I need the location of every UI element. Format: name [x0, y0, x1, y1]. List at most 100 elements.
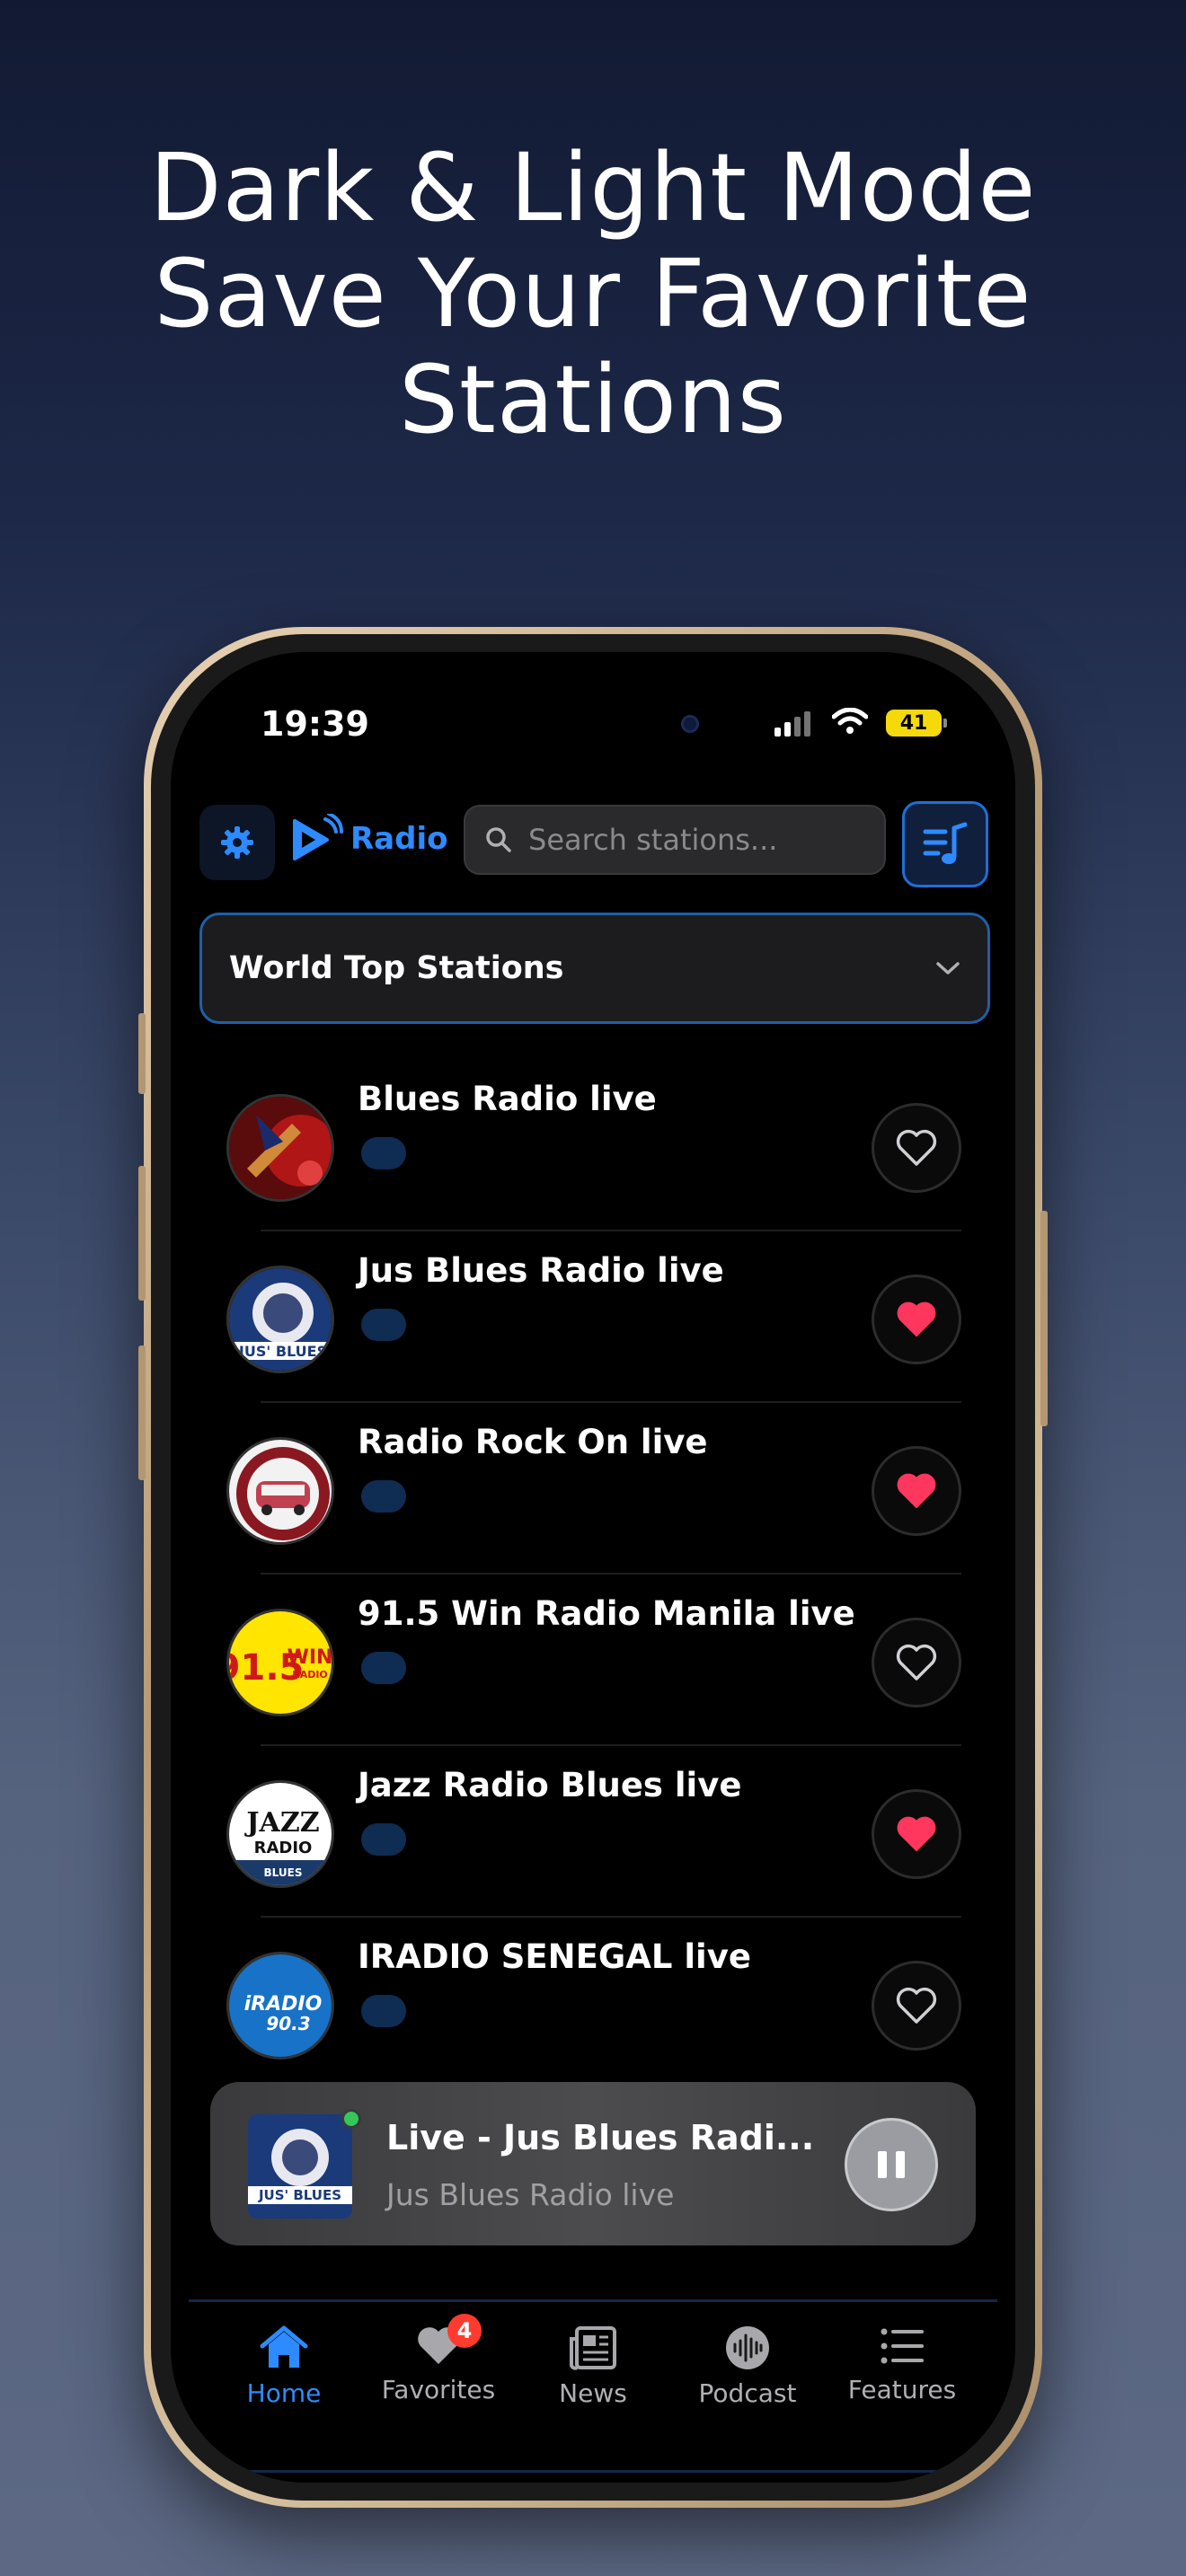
tab-label: Favorites: [381, 2375, 496, 2404]
svg-text:90.3: 90.3: [266, 2013, 310, 2034]
station-name: Jazz Radio Blues live: [358, 1766, 742, 1804]
svg-text:JUS' BLUES: JUS' BLUES: [238, 1343, 327, 1360]
station-name: Jus Blues Radio live: [358, 1251, 724, 1290]
volume-up-button: [138, 1166, 146, 1301]
station-row[interactable]: iRADIO 90.3 IRADIO SENEGAL live: [171, 1918, 1015, 2089]
pause-icon-bar: [896, 2151, 905, 2178]
heart-outline-icon: [896, 1644, 937, 1681]
station-name: 91.5 Win Radio Manila live: [358, 1594, 855, 1633]
front-camera: [681, 715, 699, 733]
mute-switch: [138, 1013, 146, 1094]
favorite-button[interactable]: [872, 1961, 961, 2051]
station-name: Radio Rock On live: [358, 1423, 708, 1461]
heart-filled-icon: [897, 1473, 936, 1508]
chevron-down-icon: [936, 962, 960, 975]
battery-tip: [943, 719, 947, 728]
battery-indicator: 41: [886, 710, 942, 737]
heart-outline-icon: [896, 1987, 937, 2024]
station-tag: [361, 1823, 406, 1856]
home-icon: [260, 2325, 308, 2368]
category-selected: World Top Stations: [229, 950, 564, 986]
podcast-icon: [726, 2326, 769, 2369]
radio-play-icon: [293, 814, 343, 860]
tab-favorites[interactable]: 4 Favorites: [361, 2314, 516, 2459]
station-row[interactable]: Blues Radio live: [171, 1060, 1015, 1231]
tab-podcast[interactable]: Podcast: [670, 2325, 825, 2459]
favorite-button[interactable]: [872, 1618, 961, 1707]
station-row[interactable]: Radio Rock On live: [171, 1403, 1015, 1575]
tab-features[interactable]: Features: [825, 2325, 979, 2459]
tab-label: Podcast: [698, 2378, 797, 2408]
tab-home[interactable]: Home: [207, 2325, 361, 2459]
station-logo: 91.5 WIN RADIO: [226, 1609, 334, 1716]
heart-outline-icon: [896, 1129, 937, 1166]
favorites-badge: 4: [447, 2314, 482, 2348]
wifi-icon: [831, 707, 869, 738]
gear-icon: [221, 826, 253, 859]
tab-label: News: [559, 2378, 627, 2408]
cellular-signal-icon: [774, 711, 810, 737]
tab-label: Home: [246, 2378, 322, 2408]
pause-icon: [878, 2151, 887, 2178]
svg-text:WIN: WIN: [288, 1646, 333, 1669]
badge-count: 4: [456, 2318, 473, 2343]
headline: Dark & Light Mode Save Your Favorite Sta…: [0, 135, 1186, 453]
favorite-button[interactable]: [872, 1103, 961, 1193]
search-icon: [486, 827, 511, 852]
tabbar-top-border: [189, 2299, 997, 2302]
station-tag: [361, 1137, 406, 1169]
station-logo: [226, 1094, 334, 1202]
now-playing-artwork: JUS' BLUES: [248, 2114, 352, 2219]
app-screen: 19:39 41 Radio Search stations... World …: [171, 652, 1015, 2483]
settings-button[interactable]: [199, 805, 275, 880]
tabbar-bottom-border: [207, 2470, 979, 2473]
battery-level: 41: [899, 711, 928, 735]
playlist-button[interactable]: [902, 801, 988, 887]
search-input[interactable]: [528, 823, 870, 857]
favorite-button[interactable]: [872, 1446, 961, 1536]
live-indicator: [341, 2109, 361, 2129]
app-logo: Radio: [289, 814, 447, 864]
station-row[interactable]: JUS' BLUES Jus Blues Radio live: [171, 1231, 1015, 1403]
heart-filled-icon: [897, 1816, 936, 1851]
station-name: Blues Radio live: [358, 1080, 657, 1118]
station-row[interactable]: JAZZ RADIO BLUES Jazz Radio Blues live: [171, 1746, 1015, 1918]
power-button: [1040, 1211, 1048, 1426]
station-name: IRADIO SENEGAL live: [358, 1937, 751, 1976]
search-bar[interactable]: [464, 805, 886, 875]
category-dropdown[interactable]: World Top Stations: [199, 913, 990, 1024]
favorite-button[interactable]: [872, 1275, 961, 1364]
station-logo: JUS' BLUES: [226, 1266, 334, 1373]
tab-bar: Home 4 Favorites News Podcast Features: [207, 2314, 979, 2459]
volume-down-button: [138, 1345, 146, 1480]
svg-text:RADIO: RADIO: [292, 1669, 328, 1681]
station-logo: JAZZ RADIO BLUES: [226, 1780, 334, 1888]
svg-text:JAZZ: JAZZ: [243, 1807, 319, 1839]
now-playing-subtitle: Jus Blues Radio live: [386, 2177, 675, 2212]
headline-line-2: Save Your Favorite: [154, 239, 1032, 348]
station-logo: [226, 1437, 334, 1545]
mini-player[interactable]: JUS' BLUES Live - Jus Blues Radi... Jus …: [210, 2082, 976, 2245]
logo-text: Radio: [350, 821, 448, 857]
headline-line-1: Dark & Light Mode: [149, 133, 1037, 243]
station-tag: [361, 1309, 406, 1341]
station-tag: [361, 1480, 406, 1513]
status-time: 19:39: [261, 704, 369, 744]
favorite-button[interactable]: [872, 1789, 961, 1879]
phone-frame: 19:39 41 Radio Search stations... World …: [138, 627, 1048, 2508]
station-logo: iRADIO 90.3: [226, 1952, 334, 2060]
list-icon: [881, 2328, 924, 2364]
newspaper-icon: [570, 2326, 616, 2370]
station-row[interactable]: 91.5 WIN RADIO 91.5 Win Radio Manila liv…: [171, 1575, 1015, 1746]
now-playing-title: Live - Jus Blues Radi...: [386, 2118, 815, 2157]
station-tag: [361, 1995, 406, 2027]
headline-line-3: Stations: [399, 345, 787, 454]
station-list: Blues Radio live JUS' BLUES Jus Blues Ra…: [171, 1060, 1015, 2089]
tab-news[interactable]: News: [516, 2325, 670, 2459]
svg-text:JUS' BLUES: JUS' BLUES: [258, 2187, 341, 2203]
svg-text:BLUES: BLUES: [264, 1866, 303, 1879]
pause-button[interactable]: [845, 2118, 938, 2211]
svg-text:RADIO: RADIO: [254, 1839, 313, 1857]
station-tag: [361, 1652, 406, 1684]
music-playlist-icon: [923, 822, 968, 864]
